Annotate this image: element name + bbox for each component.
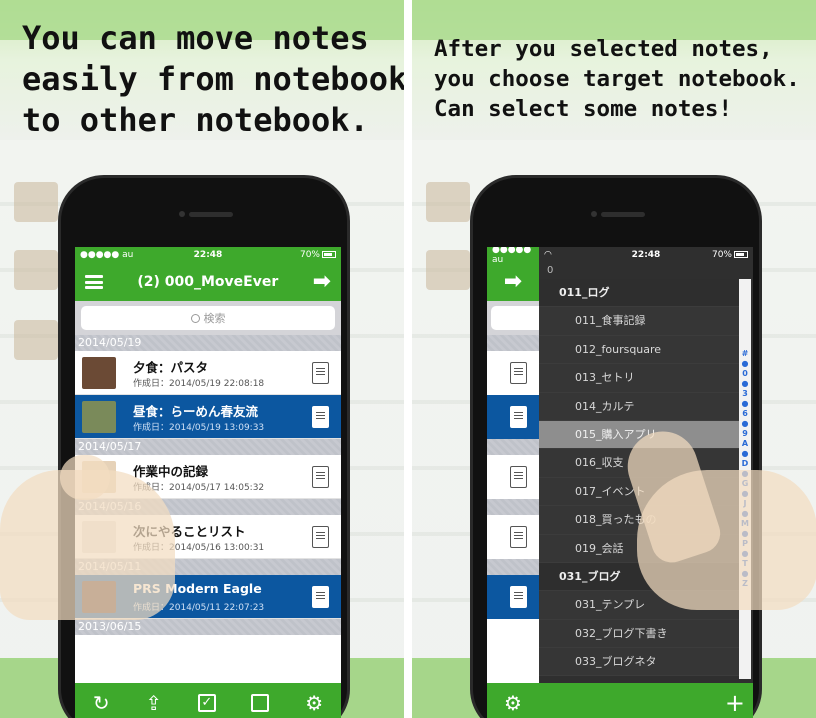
bottom-toolbar: ⚙ [487,683,539,718]
move-arrow-icon[interactable]: ➡ [313,271,331,293]
note-created-date: 作成日：2014/05/19 22:08:18 [133,379,265,389]
blurred-thumb [14,320,58,360]
search-input[interactable]: 検索 [81,306,335,330]
status-time: 22:48 [193,250,223,260]
note-row[interactable] [487,395,539,439]
notebook-stack-item[interactable]: 011_ログ [539,279,739,308]
note-icon [312,586,329,608]
add-notebook-button[interactable]: + [725,689,745,717]
bottom-toolbar: ↻ ⇪ ✓ ⚙ [75,683,341,718]
search-placeholder: 検索 [203,312,226,325]
index-letter[interactable]: D [742,459,749,469]
index-letter[interactable]: ● [742,399,749,409]
note-icon [510,586,527,608]
left-headline: You can move notes easily from notebook … [22,19,404,139]
search-input[interactable] [491,306,539,330]
share-icon[interactable]: ⇪ [145,691,162,715]
index-letter[interactable]: 3 [742,389,748,399]
drawer-toolbar: + [539,683,753,718]
note-icon [312,406,329,428]
section-date-header: 2013/06/15 [75,619,341,635]
note-created-date: 作成日：2014/05/19 13:09:33 [133,423,265,433]
blurred-thumb [14,250,58,290]
index-letter[interactable]: 0 [742,369,748,379]
search-bar: 検索 [75,301,341,335]
battery-icon [322,251,336,258]
section-header [487,499,539,515]
battery-icon [734,251,748,258]
right-headline: After you selected notes, you choose tar… [434,36,800,122]
nav-bar: ➡ [487,263,539,301]
pointing-hand-overlay [637,470,816,610]
section-header [487,335,539,351]
blurred-thumb [14,182,58,222]
index-letter[interactable]: 9 [742,429,748,439]
notebook-item[interactable]: 013_セトリ [539,364,739,393]
speaker-slot [601,212,645,217]
index-letter[interactable]: A [742,439,748,449]
search-icon [190,313,200,323]
note-row[interactable]: 昼食：らーめん春友流作成日：2014/05/19 13:09:33 [75,395,341,439]
note-icon [510,466,527,488]
sync-icon[interactable]: ↻ [93,691,110,715]
note-row[interactable] [487,575,539,619]
index-letter[interactable]: # [742,349,749,359]
note-icon [510,362,527,384]
index-letter[interactable]: 6 [742,409,748,419]
status-bar: ◠ 22:48 70% [539,247,753,263]
section-date-header: 2014/05/17 [75,439,341,455]
note-icon [510,526,527,548]
hand-finger-overlay [60,455,110,500]
note-row[interactable] [487,515,539,559]
notebook-item[interactable]: 032_ブログ下書き [539,619,739,649]
underlying-rows [487,335,539,619]
settings-gear-icon[interactable]: ⚙ [504,691,522,715]
right-screenshot-panel: After you selected notes, you choose tar… [412,0,816,718]
camera-dot [179,211,185,217]
note-icon [510,406,527,428]
phone-frame: ●●●●● au 22:48 70% (2) 000_MoveEver ➡ 検索… [58,175,350,718]
status-bar: ●●●●● au [487,247,539,265]
status-time: 22:48 [631,250,661,260]
search-bar [487,301,539,335]
index-letter[interactable]: ● [742,419,749,429]
drawer-header: 0 [547,265,554,276]
status-bar: ●●●●● au 22:48 70% [75,247,341,263]
note-row[interactable] [487,455,539,499]
menu-icon[interactable] [85,275,103,289]
index-letter[interactable]: ● [742,359,749,369]
section-date-header: 2014/05/19 [75,335,341,351]
select-all-icon[interactable]: ✓ [197,694,216,712]
blurred-thumb [426,250,470,290]
blurred-thumb [426,182,470,222]
section-header [487,439,539,455]
note-title: 作業中の記録 [133,464,209,479]
phone-frame: ●●●●● au ➡ ⚙ ◠ 22:48 70% 0 011_ログ 011_食事… [470,175,762,718]
speaker-slot [189,212,233,217]
camera-dot [591,211,597,217]
underlying-note-list: ●●●●● au ➡ ⚙ [487,247,539,718]
notebook-item[interactable]: 014_カルテ [539,392,739,421]
notebook-item[interactable]: 012_foursquare [539,335,739,365]
note-icon [312,466,329,488]
notebook-item[interactable]: 011_食事記録 [539,307,739,336]
note-thumbnail [82,401,116,433]
note-title: 昼食：らーめん春友流 [133,404,259,419]
nav-bar: (2) 000_MoveEver ➡ [75,263,341,301]
note-icon [312,526,329,548]
note-icon [312,362,329,384]
note-title: 夕食：パスタ [133,360,209,375]
index-letter[interactable]: ● [742,449,749,459]
index-letter[interactable]: ● [742,379,749,389]
settings-gear-icon[interactable]: ⚙ [305,691,323,715]
note-row[interactable] [487,351,539,395]
deselect-icon[interactable] [251,694,270,712]
notebook-title: (2) 000_MoveEver [137,274,279,290]
note-row[interactable]: 夕食：パスタ作成日：2014/05/19 22:08:18 [75,351,341,395]
notebook-item[interactable]: 033_ブログネタ [539,648,739,677]
left-screenshot-panel: You can move notes easily from notebook … [0,0,404,718]
move-arrow-icon[interactable]: ➡ [504,271,522,293]
section-header [487,559,539,575]
note-thumbnail [82,357,116,389]
